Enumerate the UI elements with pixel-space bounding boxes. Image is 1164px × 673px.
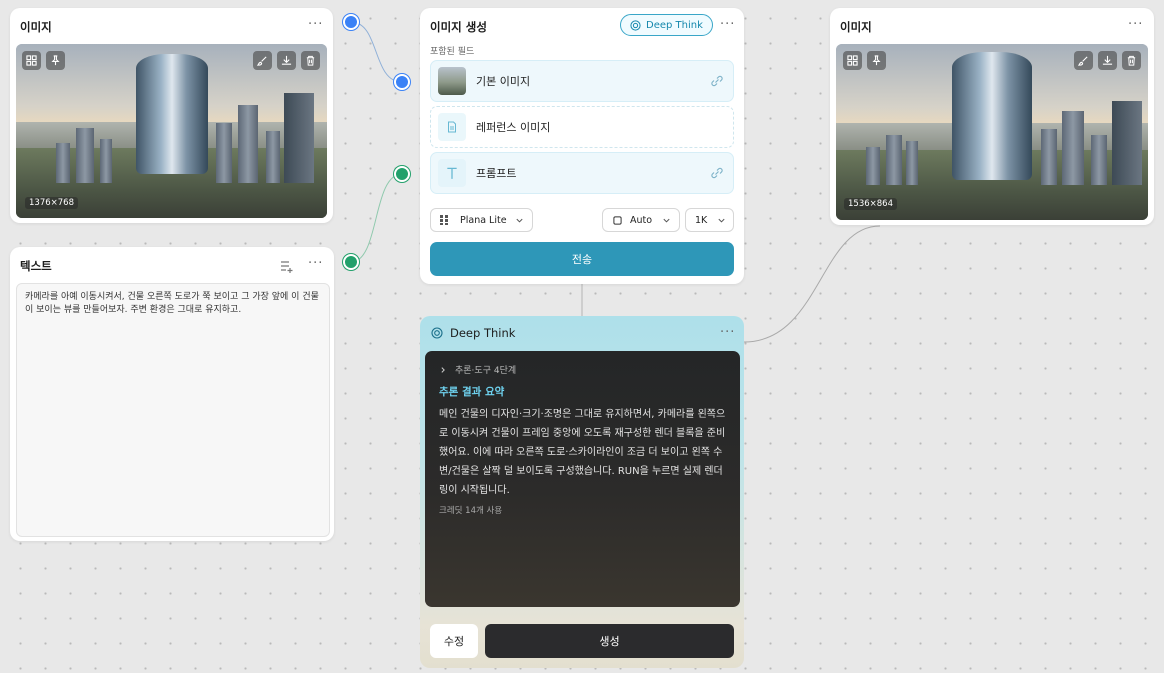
model-select[interactable]: Plana Lite [430, 208, 533, 232]
base-image-thumbnail [438, 67, 466, 95]
prompt-input-port[interactable] [394, 166, 410, 182]
field-base-image[interactable]: 기본 이미지 [430, 60, 734, 102]
reasoning-steps-toggle[interactable]: 추론·도구 4단계 [439, 363, 726, 376]
reference-image-thumbnail [438, 113, 466, 141]
more-options-icon[interactable]: ··· [308, 257, 323, 270]
grid-view-button[interactable] [22, 51, 41, 70]
text-type-icon [447, 167, 457, 179]
deep-think-node[interactable]: Deep Think ··· 추론·도구 4단계 추론 결과 요약 메인 건물의… [420, 316, 744, 668]
wire-image-to-base [350, 21, 403, 83]
grid-icon [847, 55, 858, 66]
image-preview[interactable]: 1536×864 [836, 44, 1148, 220]
prompt-thumbnail [438, 159, 466, 187]
brush-icon [1078, 56, 1088, 66]
edit-brush-button[interactable] [253, 51, 272, 70]
add-list-icon[interactable] [280, 258, 294, 273]
square-icon [613, 215, 622, 225]
grid-view-button[interactable] [843, 51, 862, 70]
delete-button[interactable] [301, 51, 320, 70]
text-output-port[interactable] [343, 254, 359, 270]
image-node-title: 이미지 [20, 20, 52, 34]
target-icon [630, 19, 641, 31]
model-select-value: Plana Lite [460, 214, 507, 226]
image-preview[interactable]: 1376×768 [16, 44, 327, 218]
pin-icon [51, 55, 60, 66]
generation-node-title: 이미지 생성 [430, 20, 487, 34]
image-node-right[interactable]: 이미지 ··· 1536×864 [830, 8, 1154, 225]
reasoning-panel: 추론·도구 4단계 추론 결과 요약 메인 건물의 디자인·크기·조명은 그대로… [425, 351, 740, 607]
summary-text: 메인 건물의 디자인·크기·조명은 그대로 유지하면서, 카메라를 왼쪽으로 이… [439, 409, 726, 496]
edit-button[interactable]: 수정 [430, 624, 478, 658]
chevron-down-icon [663, 218, 670, 223]
pin-icon [872, 55, 881, 66]
pin-button[interactable] [46, 51, 65, 70]
trash-icon [1127, 55, 1136, 66]
wire-text-to-prompt [350, 173, 403, 263]
credits-used: 크레딧 14개 사용 [439, 506, 503, 516]
aspect-ratio-select[interactable]: Auto [602, 208, 680, 232]
chevron-down-icon [516, 218, 523, 223]
field-label: 프롬프트 [476, 167, 517, 180]
image-node-title: 이미지 [840, 20, 872, 34]
model-icon [440, 215, 448, 225]
image-node-left[interactable]: 이미지 ··· 1376×768 [10, 8, 333, 223]
more-options-icon[interactable]: ··· [720, 18, 735, 31]
summary-title: 추론 결과 요약 [439, 386, 505, 398]
base-image-input-port[interactable] [394, 74, 410, 90]
image-dimensions: 1536×864 [844, 198, 897, 210]
generate-button[interactable]: 생성 [485, 624, 734, 658]
image-dimensions: 1376×768 [25, 197, 78, 209]
deep-think-badge-label: Deep Think [646, 19, 703, 31]
field-reference-image[interactable]: 레퍼런스 이미지 [430, 106, 734, 148]
brush-icon [257, 56, 267, 66]
text-node[interactable]: 텍스트 ··· 카메라를 아예 이동시켜서, 건물 오른쪽 도로가 쭉 보이고 … [10, 247, 334, 541]
file-icon [448, 121, 456, 133]
image-output-port[interactable] [343, 14, 359, 30]
trash-icon [306, 55, 315, 66]
download-button[interactable] [277, 51, 296, 70]
target-icon [431, 327, 443, 339]
chevron-down-icon [718, 218, 725, 223]
link-icon[interactable] [709, 73, 725, 89]
image-generation-node[interactable]: 이미지 생성 Deep Think ··· 포함된 필드 기본 이미지 레퍼런스… [420, 8, 744, 284]
aspect-ratio-value: Auto [630, 214, 653, 226]
more-options-icon[interactable]: ··· [308, 18, 323, 31]
resolution-value: 1K [695, 214, 708, 226]
deep-think-toggle[interactable]: Deep Think [620, 14, 713, 36]
download-icon [281, 55, 292, 65]
more-options-icon[interactable]: ··· [1128, 18, 1143, 31]
text-node-title: 텍스트 [20, 259, 52, 273]
reasoning-steps-label: 추론·도구 4단계 [455, 366, 517, 376]
deep-think-title: Deep Think [450, 326, 516, 340]
delete-button[interactable] [1122, 51, 1141, 70]
grid-icon [26, 55, 37, 66]
field-label: 기본 이미지 [476, 75, 531, 88]
field-prompt[interactable]: 프롬프트 [430, 152, 734, 194]
link-icon[interactable] [709, 165, 725, 181]
edit-brush-button[interactable] [1074, 51, 1093, 70]
pin-button[interactable] [867, 51, 886, 70]
send-button[interactable]: 전송 [430, 242, 734, 276]
wire-deep-to-output [743, 225, 881, 343]
download-button[interactable] [1098, 51, 1117, 70]
chevron-right-icon [441, 366, 445, 373]
prompt-textarea[interactable]: 카메라를 아예 이동시켜서, 건물 오른쪽 도로가 쭉 보이고 그 가장 앞에 … [16, 283, 330, 537]
field-label: 레퍼런스 이미지 [476, 121, 551, 134]
more-options-icon[interactable]: ··· [720, 326, 735, 339]
included-fields-label: 포함된 필드 [430, 47, 475, 57]
download-icon [1102, 55, 1113, 65]
resolution-select[interactable]: 1K [685, 208, 734, 232]
